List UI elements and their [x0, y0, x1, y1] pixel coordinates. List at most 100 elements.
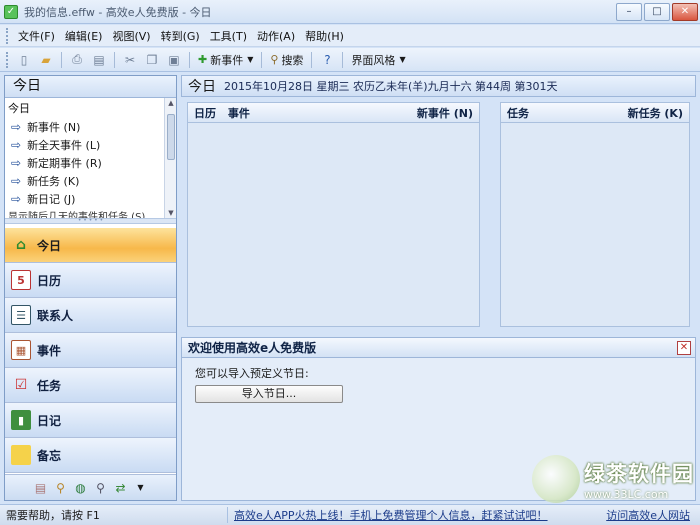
quick-new-recurring-event[interactable]: ⇨ 新定期事件 (R) — [5, 154, 176, 172]
new-task-link[interactable]: 新任务 (K) — [628, 105, 683, 121]
sync-icon[interactable]: ⇄ — [113, 480, 129, 496]
new-event-button[interactable]: ✚ 新事件 ▼ — [194, 50, 257, 70]
toolbar-separator — [114, 51, 115, 68]
window-title: 我的信息.effw - 高效e人免费版 - 今日 — [24, 5, 212, 19]
menu-actions[interactable]: 动作(A) — [252, 28, 300, 44]
nav-label: 日记 — [37, 413, 62, 428]
print-preview-icon[interactable]: ▤ — [90, 51, 108, 69]
menu-view[interactable]: 视图(V) — [107, 28, 155, 44]
menu-file[interactable]: 文件(F) — [13, 28, 60, 44]
status-bar: 需要帮助，请按 F1 高效e人APP火热上线！手机上免费管理个人信息，赶紧试试吧… — [0, 504, 700, 525]
events-column-header: 日历 事件 新事件 (N) — [188, 103, 479, 123]
day-header: 今日 2015年10月28日 星期三 农历乙未年(羊)九月十六 第44周 第30… — [181, 75, 696, 97]
search-label: 搜索 — [281, 53, 304, 67]
nav-item-memo[interactable]: 备忘 — [5, 438, 176, 473]
print-icon[interactable]: ⎙ — [68, 51, 86, 69]
paste-icon[interactable]: ▣ — [165, 51, 183, 69]
search-button[interactable]: ⚲ 搜索 — [266, 50, 307, 70]
app-check-icon: ✓ — [4, 4, 18, 19]
scroll-down-icon[interactable]: ▼ — [167, 209, 175, 217]
nav-item-tasks[interactable]: ☑ 任务 — [5, 368, 176, 403]
site-watermark: 绿茶软件园 www.33LC.com — [532, 455, 694, 503]
calendar-icon: 5 — [11, 270, 31, 290]
home-icon: ⌂ — [15, 237, 27, 253]
status-website-link[interactable]: 访问高效e人网站 — [606, 507, 700, 523]
note-icon[interactable]: ▤ — [33, 480, 49, 496]
nav-list: ⌂ 今日 5 日历 ☰ 联系人 ▦ 事件 ☑ 任务 ▮ 日记 备忘 — [5, 228, 176, 473]
nav-item-today[interactable]: ⌂ 今日 — [5, 228, 176, 263]
quick-new-allday-event[interactable]: ⇨ 新全天事件 (L) — [5, 136, 176, 154]
cut-icon[interactable]: ✂ — [121, 51, 139, 69]
chevron-down-icon[interactable]: ▼ — [133, 480, 149, 496]
copy-icon[interactable]: ❐ — [143, 51, 161, 69]
status-promo-link[interactable]: 高效e人APP火热上线！手机上免费管理个人信息，赶紧试试吧！ — [228, 507, 606, 523]
scroll-up-icon[interactable]: ▲ — [167, 99, 175, 107]
nav-item-events[interactable]: ▦ 事件 — [5, 333, 176, 368]
plus-icon: ✚ — [198, 53, 208, 66]
tasks-column-label: 任务 — [507, 106, 529, 120]
menu-goto[interactable]: 转到(G) — [156, 28, 205, 44]
toolbar-grip — [6, 51, 9, 68]
menu-grip — [6, 27, 9, 44]
menu-tools[interactable]: 工具(T) — [205, 28, 252, 44]
chevron-down-icon: ▼ — [247, 55, 254, 64]
menu-bar: 文件(F) 编辑(E) 视图(V) 转到(G) 工具(T) 动作(A) 帮助(H… — [0, 25, 700, 47]
globe-icon[interactable]: ◍ — [73, 480, 89, 496]
date-info: 2015年10月28日 星期三 农历乙未年(羊)九月十六 第44周 第301天 — [224, 80, 558, 93]
contact-card-icon: ☰ — [11, 305, 31, 325]
nav-item-diary[interactable]: ▮ 日记 — [5, 403, 176, 438]
quick-new-task[interactable]: ⇨ 新任务 (K) — [5, 172, 176, 190]
quick-action-label: 新任务 (K) — [27, 175, 80, 188]
calendar-column-label: 日历 — [194, 106, 216, 120]
menu-help[interactable]: 帮助(H) — [300, 28, 349, 44]
tasks-column: 任务 新任务 (K) — [500, 102, 690, 327]
nav-label: 今日 — [37, 238, 62, 253]
quick-show-upcoming[interactable]: 显示随后几天的事件和任务 (S) — [5, 208, 176, 218]
menu-edit[interactable]: 编辑(E) — [60, 28, 108, 44]
help-icon[interactable]: ? — [318, 51, 336, 69]
day-title: 今日 — [188, 79, 216, 95]
title-bar: ✓ 我的信息.effw - 高效e人免费版 - 今日 – □ ✕ — [0, 0, 700, 24]
events-column-label: 事件 — [227, 106, 250, 120]
search-icon: ⚲ — [270, 53, 279, 66]
quick-list-scrollbar[interactable]: ▲ ▼ — [164, 98, 176, 218]
search-icon[interactable]: ⚲ — [53, 480, 69, 496]
arrow-right-icon: ⇨ — [11, 120, 22, 134]
minimize-button[interactable]: – — [616, 3, 642, 21]
scroll-thumb[interactable] — [167, 114, 175, 160]
nav-label: 备忘 — [37, 448, 62, 463]
maximize-button[interactable]: □ — [644, 3, 670, 21]
import-holidays-button[interactable]: 导入节日... — [195, 385, 343, 403]
toolbar-separator — [311, 51, 313, 68]
arrow-right-icon: ⇨ — [11, 156, 22, 170]
welcome-header: 欢迎使用高效e人免费版 ✕ — [182, 338, 695, 358]
find-icon[interactable]: ⚲ — [93, 480, 109, 496]
theme-button[interactable]: 界面风格 ▼ — [347, 50, 409, 70]
nav-item-contacts[interactable]: ☰ 联系人 — [5, 298, 176, 333]
quick-new-event[interactable]: ⇨ 新事件 (N) — [5, 118, 176, 136]
new-document-icon[interactable]: ▯ — [15, 51, 33, 69]
nav-item-calendar[interactable]: 5 日历 — [5, 263, 176, 298]
new-event-label: 新事件 — [210, 53, 244, 67]
toolbar-separator — [189, 51, 190, 68]
sticky-note-icon — [11, 445, 31, 465]
close-icon[interactable]: ✕ — [677, 340, 691, 355]
open-folder-icon[interactable]: ▰ — [37, 51, 55, 69]
welcome-title: 欢迎使用高效e人免费版 — [188, 341, 317, 355]
left-panel: 今日 今日 ⇨ 新事件 (N) ⇨ 新全天事件 (L) ⇨ 新定期事件 (R) … — [4, 75, 177, 501]
left-panel-title: 今日 — [5, 76, 176, 98]
theme-label: 界面风格 — [351, 53, 396, 67]
close-button[interactable]: ✕ — [672, 3, 698, 21]
quick-action-label: 新全天事件 (L) — [27, 139, 101, 152]
toolbar-separator — [342, 51, 344, 68]
window-controls: – □ ✕ — [614, 3, 698, 21]
tasks-column-header: 任务 新任务 (K) — [501, 103, 689, 123]
toolbar-separator — [61, 51, 62, 68]
new-event-link[interactable]: 新事件 (N) — [417, 105, 473, 121]
arrow-right-icon: ⇨ — [11, 192, 22, 206]
toolbar: ▯ ▰ ⎙ ▤ ✂ ❐ ▣ ✚ 新事件 ▼ ⚲ 搜索 ? 界面风格 ▼ — [0, 48, 700, 72]
watermark-text: 绿茶软件园 www.33LC.com — [584, 458, 694, 501]
panel-splitter[interactable]: • • • • • — [5, 218, 176, 224]
quick-new-diary[interactable]: ⇨ 新日记 (J) — [5, 190, 176, 208]
nav-shortcut-bar: ▤ ⚲ ◍ ⚲ ⇄ ▼ — [5, 474, 176, 500]
